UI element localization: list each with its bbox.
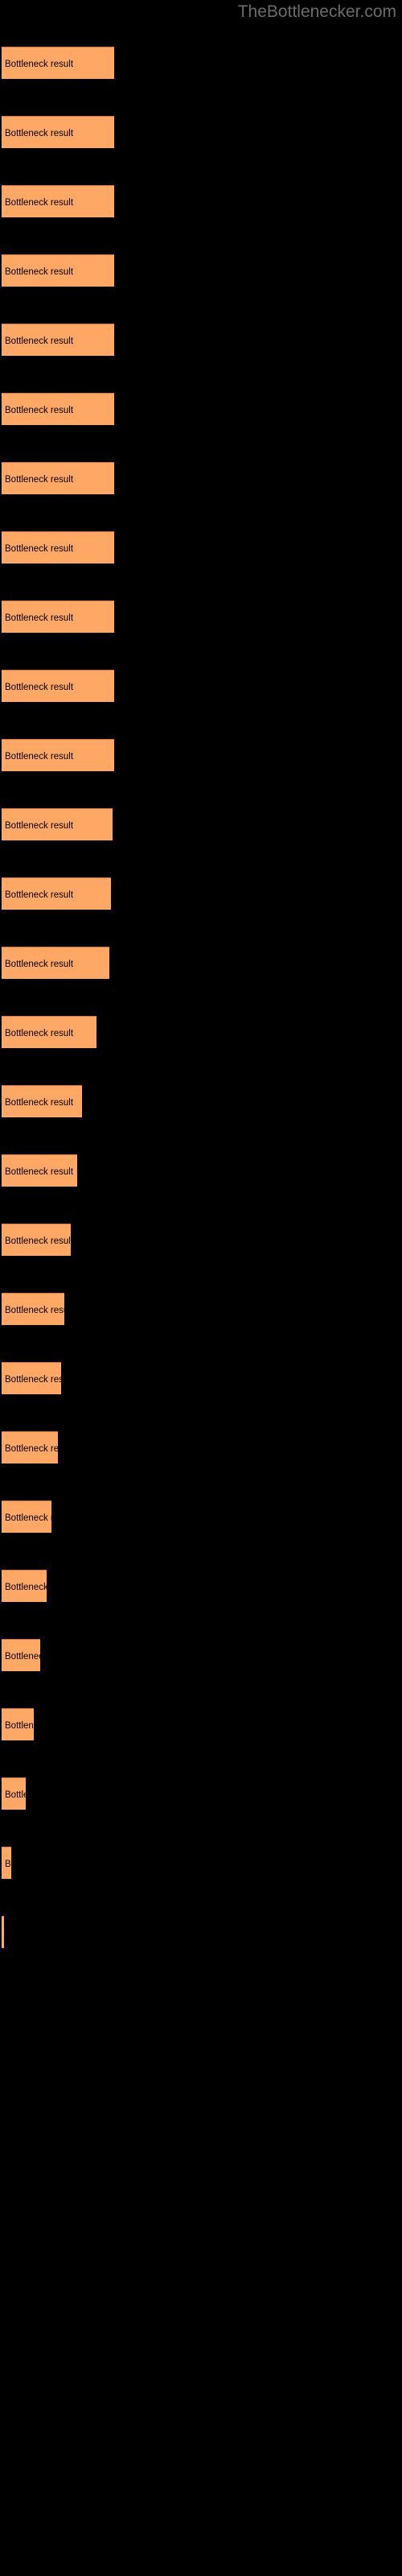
bar-row: Bottleneck result [2, 1016, 96, 1048]
bar-label: Bottleneck result [5, 129, 74, 138]
bar-row: Bottleneck result [2, 1916, 4, 1948]
bar: Bottleneck result [2, 1570, 47, 1602]
bar-label: Bottleneck result [5, 1306, 64, 1315]
bar: Bottleneck result [2, 1501, 51, 1533]
bar-row: Bottleneck result [2, 1154, 77, 1187]
bar-label: Bottleneck result [5, 336, 74, 346]
bar-row: Bottleneck result [2, 808, 113, 840]
bar-label: Bottleneck result [5, 60, 74, 69]
bottleneck-bar-chart: TheBottlenecker.com Bottleneck result Bot… [0, 0, 402, 2576]
bar-label: Bottleneck result [5, 960, 74, 969]
bar-label: Bottleneck result [5, 1721, 34, 1731]
bar-label: Bottleneck result [5, 613, 74, 623]
bar-label: Bottleneck result [5, 821, 74, 831]
bar-label: Bottleneck result [5, 683, 74, 692]
bar-row: Bottleneck result [2, 601, 114, 633]
bar-label: Bottleneck result [5, 544, 74, 554]
bar-row: Bottleneck result [2, 1847, 11, 1879]
bar-label: Bottleneck result [5, 1790, 26, 1800]
bar-label: Bottleneck result [5, 1583, 47, 1592]
bar-row: Bottleneck result [2, 1639, 40, 1671]
site-title: TheBottlenecker.com [237, 2, 396, 21]
bar-row: Bottleneck result [2, 1293, 64, 1325]
bar: Bottleneck result [2, 185, 114, 217]
bar-label: Bottleneck result [5, 1236, 71, 1246]
bar: Bottleneck result [2, 1224, 71, 1256]
bar: Bottleneck result [2, 808, 113, 840]
bar-row: Bottleneck result [2, 393, 114, 425]
bar: Bottleneck result [2, 531, 114, 564]
bar-label: Bottleneck result [5, 1444, 58, 1454]
bar: Bottleneck result [2, 1777, 26, 1810]
bar-row: Bottleneck result [2, 947, 109, 979]
bar: Bottleneck result [2, 1016, 96, 1048]
bar-label: Bottleneck result [5, 267, 74, 277]
bar-row: Bottleneck result [2, 877, 111, 910]
bar: Bottleneck result [2, 601, 114, 633]
bar-row: Bottleneck result [2, 254, 114, 287]
bar: Bottleneck result [2, 1154, 77, 1187]
bar: Bottleneck result [2, 393, 114, 425]
bar-row: Bottleneck result [2, 324, 114, 356]
bar-row: Bottleneck result [2, 531, 114, 564]
bar-label: Bottleneck result [5, 1652, 40, 1662]
bar-label: Bottleneck result [5, 198, 74, 208]
bar: Bottleneck result [2, 1847, 11, 1879]
bar: Bottleneck result [2, 739, 114, 771]
bar: Bottleneck result [2, 670, 114, 702]
bar-label: Bottleneck result [5, 1513, 51, 1523]
bar-row: Bottleneck result [2, 1708, 34, 1740]
bar-row: Bottleneck result [2, 185, 114, 217]
bar-label: Bottleneck result [5, 406, 74, 415]
bar: Bottleneck result [2, 947, 109, 979]
bar-row: Bottleneck result [2, 1570, 47, 1602]
bar-label: Bottleneck result [5, 890, 74, 900]
bar-label: Bottleneck result [5, 1860, 11, 1869]
bar: Bottleneck result [2, 116, 114, 148]
bar-row: Bottleneck result [2, 739, 114, 771]
bar: Bottleneck result [2, 1916, 4, 1948]
bar-row: Bottleneck result [2, 670, 114, 702]
bar: Bottleneck result [2, 1708, 34, 1740]
bar-label: Bottleneck result [5, 1029, 74, 1038]
bar-row: Bottleneck result [2, 1224, 71, 1256]
bar: Bottleneck result [2, 47, 114, 79]
bar: Bottleneck result [2, 1362, 61, 1394]
bar: Bottleneck result [2, 1293, 64, 1325]
bar-row: Bottleneck result [2, 1501, 51, 1533]
bar: Bottleneck result [2, 462, 114, 494]
bar-row: Bottleneck result [2, 47, 114, 79]
bar-row: Bottleneck result [2, 1085, 82, 1117]
bar: Bottleneck result [2, 1639, 40, 1671]
bar-label: Bottleneck result [5, 752, 74, 762]
bar: Bottleneck result [2, 1431, 58, 1463]
bar-label: Bottleneck result [5, 1098, 74, 1108]
bar-row: Bottleneck result [2, 462, 114, 494]
bar: Bottleneck result [2, 877, 111, 910]
bar-row: Bottleneck result [2, 1777, 26, 1810]
bar-row: Bottleneck result [2, 1431, 58, 1463]
bar-label: Bottleneck result [5, 1375, 61, 1385]
bar-label: Bottleneck result [5, 475, 74, 485]
bar: Bottleneck result [2, 1085, 82, 1117]
bar: Bottleneck result [2, 324, 114, 356]
bar-label: Bottleneck result [5, 1167, 74, 1177]
bar-row: Bottleneck result [2, 116, 114, 148]
bar-row: Bottleneck result [2, 1362, 61, 1394]
bar: Bottleneck result [2, 254, 114, 287]
